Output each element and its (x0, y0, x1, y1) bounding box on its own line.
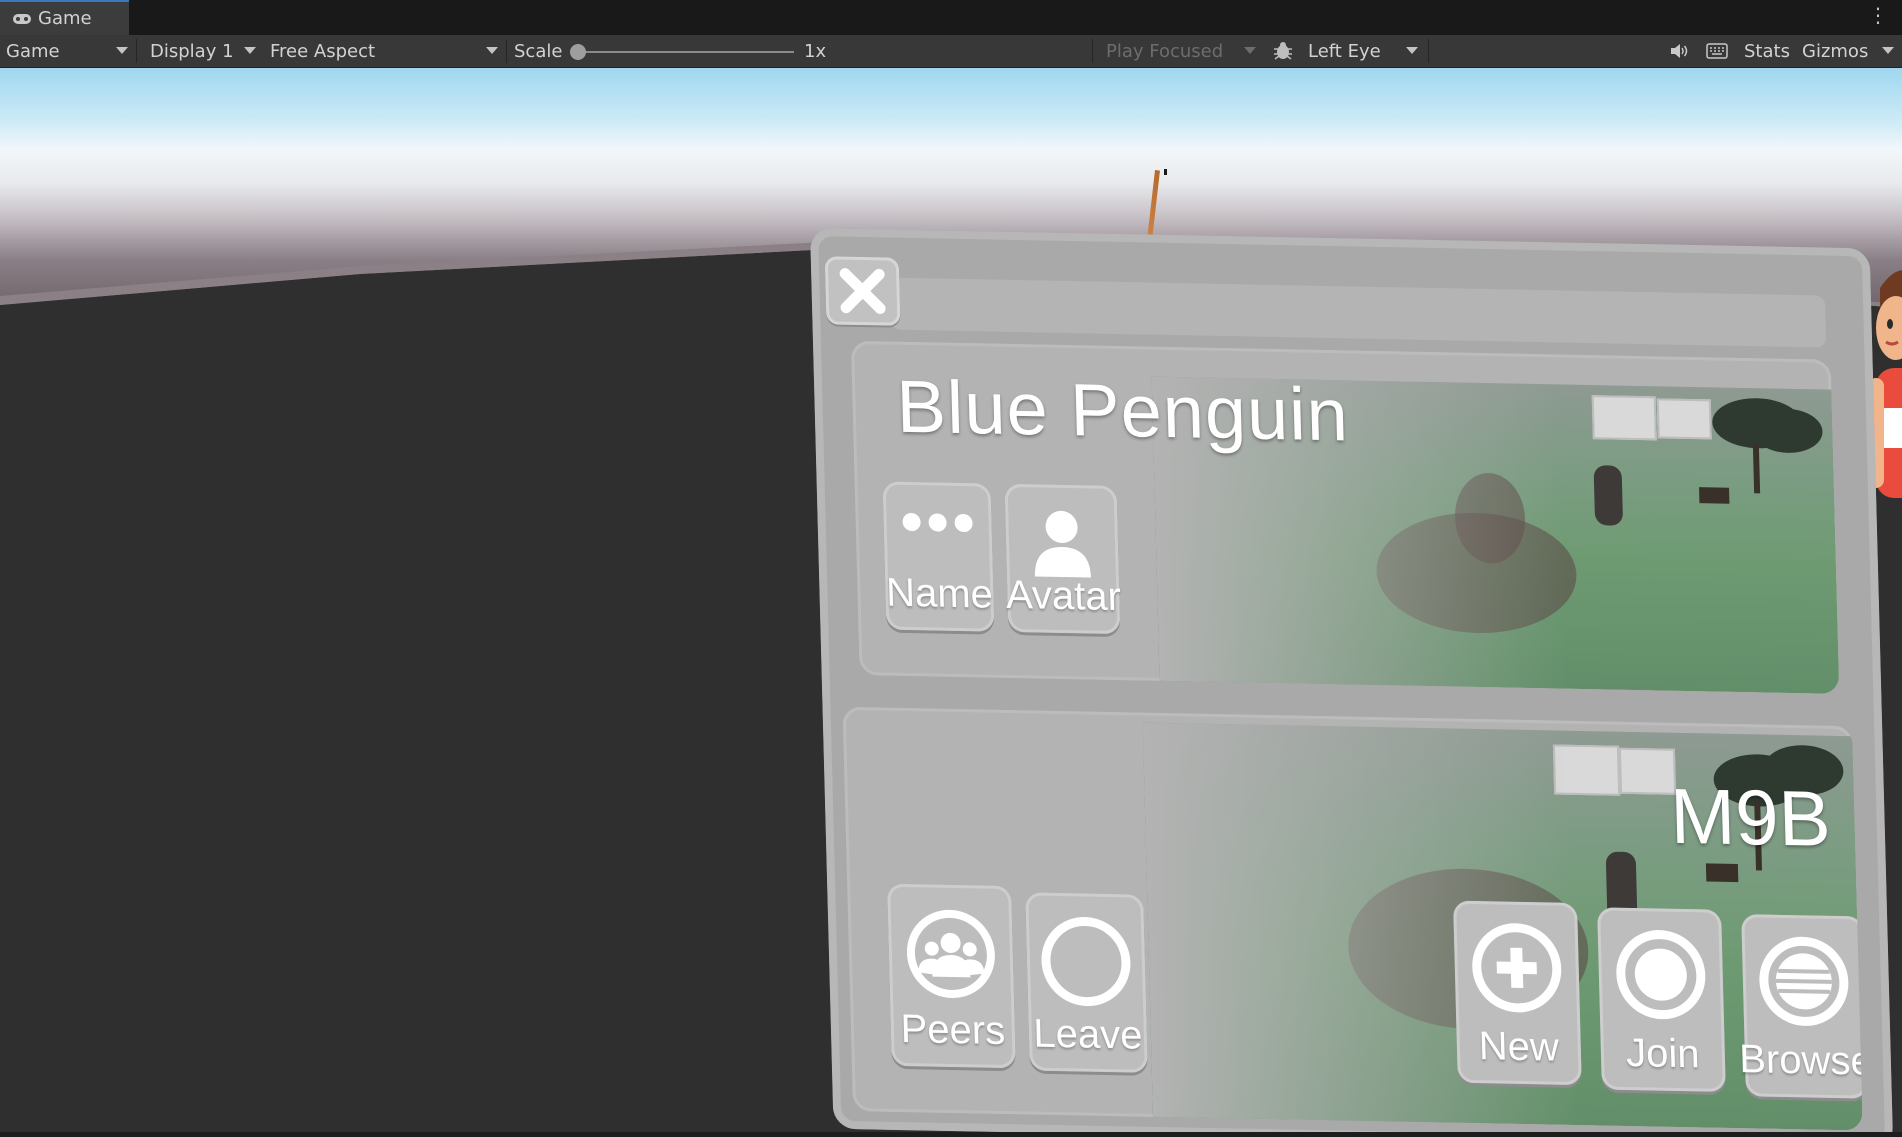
profile-section: Blue Penguin Name Avatar (850, 340, 1840, 694)
name-button-label: Name (885, 570, 994, 617)
speaker-icon (1671, 44, 1688, 58)
gizmos-button[interactable]: Gizmos (1802, 35, 1868, 67)
vr-menu-panel: Blue Penguin Name Avatar M9B Peers Leave… (810, 228, 1894, 1137)
new-room-button-label: New (1478, 1024, 1560, 1070)
leave-button-label: Leave (1032, 1011, 1143, 1058)
divider (1092, 39, 1093, 63)
play-focused-dropdown[interactable]: Play Focused (1096, 35, 1262, 67)
game-viewport[interactable]: Blue Penguin Name Avatar M9B Peers Leave… (0, 68, 1902, 1137)
tab-game-label: Game (38, 8, 92, 29)
play-focused-label: Play Focused (1106, 40, 1224, 62)
divider (136, 39, 137, 63)
scale-slider-handle[interactable] (570, 44, 586, 60)
pointer-ray-tip (1164, 169, 1167, 175)
close-icon (839, 268, 886, 314)
viewport-bottom-border (0, 1132, 1902, 1137)
shortcuts-toggle[interactable] (1702, 35, 1732, 67)
room-code: M9B (1669, 771, 1832, 863)
list-circle-icon (1759, 936, 1849, 1026)
game-view-toolbar: Game Display 1 Free Aspect Scale 1x Play… (0, 35, 1902, 68)
chevron-down-icon (1882, 47, 1894, 54)
join-circle-icon (1616, 930, 1706, 1020)
gizmos-dropdown[interactable] (1872, 35, 1900, 67)
join-room-button[interactable]: Join (1597, 907, 1726, 1092)
editor-tab-bar: Game ⋮ (0, 0, 1902, 35)
chevron-down-icon (244, 47, 256, 54)
peers-button[interactable]: Peers (887, 883, 1016, 1069)
stats-button[interactable]: Stats (1744, 35, 1790, 67)
new-room-button[interactable]: New (1453, 900, 1582, 1086)
person-icon (1034, 510, 1091, 578)
ellipsis-icon (902, 513, 973, 533)
close-button[interactable] (824, 256, 901, 326)
debug-toggle[interactable] (1268, 35, 1298, 67)
chevron-down-icon (1406, 47, 1418, 54)
view-dropdown-label: Game (6, 40, 60, 62)
ring-icon (1041, 917, 1131, 1007)
browse-rooms-button-label: Browse (1738, 1037, 1863, 1084)
display-dropdown-label: Display 1 (150, 40, 234, 62)
chevron-down-icon (486, 47, 498, 54)
chevron-down-icon (1244, 47, 1256, 54)
panel-drag-bar[interactable] (889, 277, 1827, 348)
display-dropdown[interactable]: Display 1 (140, 35, 262, 67)
session-section: M9B Peers Leave New Join Browse (842, 706, 1863, 1131)
more-options-icon[interactable]: ⋮ (1868, 5, 1888, 25)
gamepad-icon (13, 13, 31, 24)
mute-audio-toggle[interactable] (1664, 35, 1694, 67)
browse-rooms-button[interactable]: Browse (1738, 914, 1863, 1099)
chevron-down-icon (116, 47, 128, 54)
player-name: Blue Penguin (895, 364, 1350, 457)
bug-icon (1274, 42, 1292, 60)
tab-game[interactable]: Game (0, 0, 129, 35)
divider (506, 39, 507, 63)
avatar-button[interactable]: Avatar (1004, 483, 1121, 635)
peers-button-label: Peers (900, 1006, 1006, 1054)
view-dropdown[interactable]: Game (0, 35, 134, 67)
group-icon (906, 909, 995, 999)
name-button[interactable]: Name (882, 481, 995, 632)
leave-button[interactable]: Leave (1025, 892, 1148, 1073)
eye-dropdown-label: Left Eye (1308, 40, 1381, 62)
scale-slider-track[interactable] (578, 51, 794, 53)
scale-label: Scale (514, 40, 563, 62)
divider (1428, 39, 1429, 63)
scale-value: 1x (804, 40, 827, 62)
plus-circle-icon (1472, 923, 1562, 1013)
aspect-dropdown[interactable]: Free Aspect (264, 35, 504, 67)
keyboard-icon (1706, 43, 1728, 59)
join-room-button-label: Join (1625, 1030, 1701, 1077)
aspect-dropdown-label: Free Aspect (270, 40, 376, 62)
eye-dropdown[interactable]: Left Eye (1304, 35, 1424, 67)
